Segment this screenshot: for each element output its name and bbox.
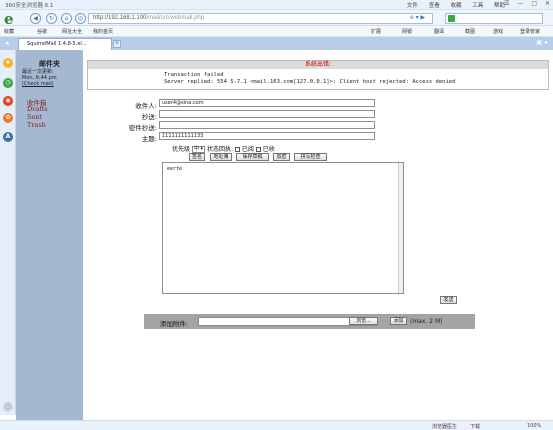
weibo-icon[interactable]: ◉	[3, 96, 13, 106]
fav-bank[interactable]: 网银	[402, 28, 412, 35]
error-box: 系统出错: Transaction failed Server replied:…	[87, 60, 549, 90]
fav-sites[interactable]: 网址大全	[62, 28, 82, 35]
priority-value: 中	[193, 146, 199, 152]
window-controls: ☰ — ▢ ✕	[498, 0, 550, 7]
tab-squirrelmail[interactable]: SquirrelMail 1.4.8-5.el...	[18, 38, 112, 50]
delivery-receipt-checkbox[interactable]	[255, 147, 261, 152]
new-tab-button[interactable]: +	[113, 40, 121, 48]
address-bar[interactable]: http://192.168.1.100/mail/src/webmail.ph…	[88, 13, 433, 24]
zoom-level[interactable]: 100%	[527, 423, 541, 429]
send-button[interactable]: 发送	[440, 296, 457, 304]
read-receipt-checkbox[interactable]	[234, 147, 240, 152]
address-dropdown-icon[interactable]: e ▾ ▶	[410, 14, 425, 21]
fav-extensions[interactable]: 扩展	[371, 28, 381, 35]
folder-drafts[interactable]: Drafts	[27, 105, 48, 113]
signature-button[interactable]: 签名	[189, 153, 205, 161]
attachment-bar: 添加附件: 浏览... 添加 (max. 2 M)	[144, 314, 475, 329]
body-scrollbar[interactable]	[398, 163, 403, 293]
error-detail: Server replied: 554 5.7.1 <mail.163.com[…	[164, 79, 456, 85]
cc-field[interactable]	[159, 110, 375, 118]
downloads[interactable]: 下载	[470, 423, 480, 430]
fav-screenshot[interactable]: 截图	[465, 28, 475, 35]
bcc-field[interactable]	[159, 121, 375, 129]
menu-file[interactable]: 文件	[407, 3, 418, 9]
error-message: Transaction failed	[164, 72, 224, 78]
compose-area: 系统出错: Transaction failed Server replied:…	[83, 50, 553, 420]
folder-trash[interactable]: Trash	[27, 121, 46, 129]
browser-logo-icon: e	[4, 10, 14, 28]
subject-label: 主题:	[141, 135, 157, 143]
back-icon[interactable]: ◀	[30, 13, 41, 24]
subject-field[interactable]: 1111111111133	[159, 132, 375, 140]
folder-panel: 邮件夹 最近一次更新: Mon, 6:44 pm (Check mail) 收件…	[16, 50, 83, 420]
fav-login-manager[interactable]: 登录管家	[520, 28, 540, 35]
priority-select[interactable]: 中 ▾	[191, 146, 206, 153]
star-icon[interactable]: ★	[3, 58, 13, 68]
read-receipt-label: 已阅	[241, 146, 254, 153]
settings-icon[interactable]: ○	[3, 402, 13, 412]
apps-icon[interactable]: ✿	[3, 113, 13, 123]
refresh-icon[interactable]: ↻	[46, 13, 57, 24]
address-path: /mail/src/webmail.php	[146, 15, 205, 21]
shield-icon[interactable]: ◎	[75, 13, 86, 24]
menu-favorites[interactable]: 收藏	[450, 3, 461, 9]
browser-doctor[interactable]: 浏览器医生	[432, 423, 457, 430]
to-field[interactable]: user4@sina.com	[159, 99, 375, 107]
menu-bar: 文件 查看 收藏 工具 帮助	[398, 1, 505, 9]
folder-sent[interactable]: Sent	[27, 113, 42, 121]
fav-favorites[interactable]: 收藏	[4, 28, 14, 35]
menu-tools[interactable]: 工具	[472, 3, 483, 9]
options-row: 优先级 中 ▾ 状态回执: 已阅 已收	[172, 144, 275, 153]
browse-button[interactable]: 浏览...	[349, 317, 378, 325]
home-icon[interactable]: ⌂	[61, 13, 72, 24]
fav-translate[interactable]: 翻译	[434, 28, 444, 35]
add-attachment-button[interactable]: 添加	[390, 317, 407, 325]
receipt-label: 状态回执:	[206, 146, 234, 153]
window-title: 360安全浏览器 6.1	[5, 3, 54, 9]
folders-heading: 邮件夹	[39, 59, 60, 68]
app-a-icon[interactable]: A	[3, 132, 13, 142]
to-label: 收件人:	[135, 102, 157, 110]
minimize-icon[interactable]: —	[517, 0, 523, 7]
encrypt-button[interactable]: 加密	[273, 153, 290, 161]
check-mail-link[interactable]: (Check mail)	[22, 81, 54, 87]
nav-bar: e ◀ ↻ ⌂ ◎ http://192.168.1.100/mail/src/…	[0, 10, 553, 28]
maximize-icon[interactable]: ▢	[531, 0, 537, 7]
priority-label: 优先级	[172, 146, 191, 153]
window-menu-icon[interactable]: ☰	[504, 0, 509, 7]
fav-games[interactable]: 游戏	[493, 28, 503, 35]
addressbook-button[interactable]: 地址簿	[210, 153, 232, 161]
save-draft-button[interactable]: 保存草稿	[236, 153, 269, 161]
error-title: 系统出错:	[88, 61, 548, 69]
spellcheck-button[interactable]: 拼写检查	[294, 153, 327, 161]
tab-back-icon[interactable]: ◂	[5, 39, 9, 47]
attach-size-note: (max. 2 M)	[410, 318, 443, 325]
address-host: http://192.168.1.100	[93, 15, 147, 21]
tab-tools-icon[interactable]: ▣ ◂	[536, 39, 547, 46]
cc-label: 抄送:	[141, 113, 157, 121]
fav-google[interactable]: 谷歌	[37, 28, 47, 35]
side-toolbar: ★ ◷ ◉ ✿ A ○	[0, 50, 16, 415]
attach-label: 添加附件:	[160, 320, 189, 328]
title-bar: 360安全浏览器 6.1 文件 查看 收藏 工具 帮助 ☰ — ▢ ✕	[0, 0, 553, 10]
tab-bar: ◂ SquirrelMail 1.4.8-5.el... + ▣ ◂	[0, 37, 553, 50]
menu-view[interactable]: 查看	[429, 3, 440, 9]
search-input[interactable]	[445, 13, 543, 24]
fav-homepage[interactable]: 我的首页	[93, 28, 113, 35]
message-body[interactable]: eerte	[162, 162, 404, 294]
clock-icon[interactable]: ◷	[3, 78, 13, 88]
favorites-bar: 收藏 谷歌 网址大全 我的首页 扩展 网银 翻译 截图 游戏 登录管家	[0, 26, 553, 37]
close-icon[interactable]: ✕	[545, 0, 550, 7]
bcc-label: 密件抄送:	[128, 124, 157, 132]
message-body-text: eerte	[167, 166, 183, 172]
delivery-receipt-label: 已收	[262, 146, 275, 153]
search-engine-icon	[448, 15, 455, 22]
status-bar: 浏览器医生 下载 100%	[0, 420, 553, 430]
